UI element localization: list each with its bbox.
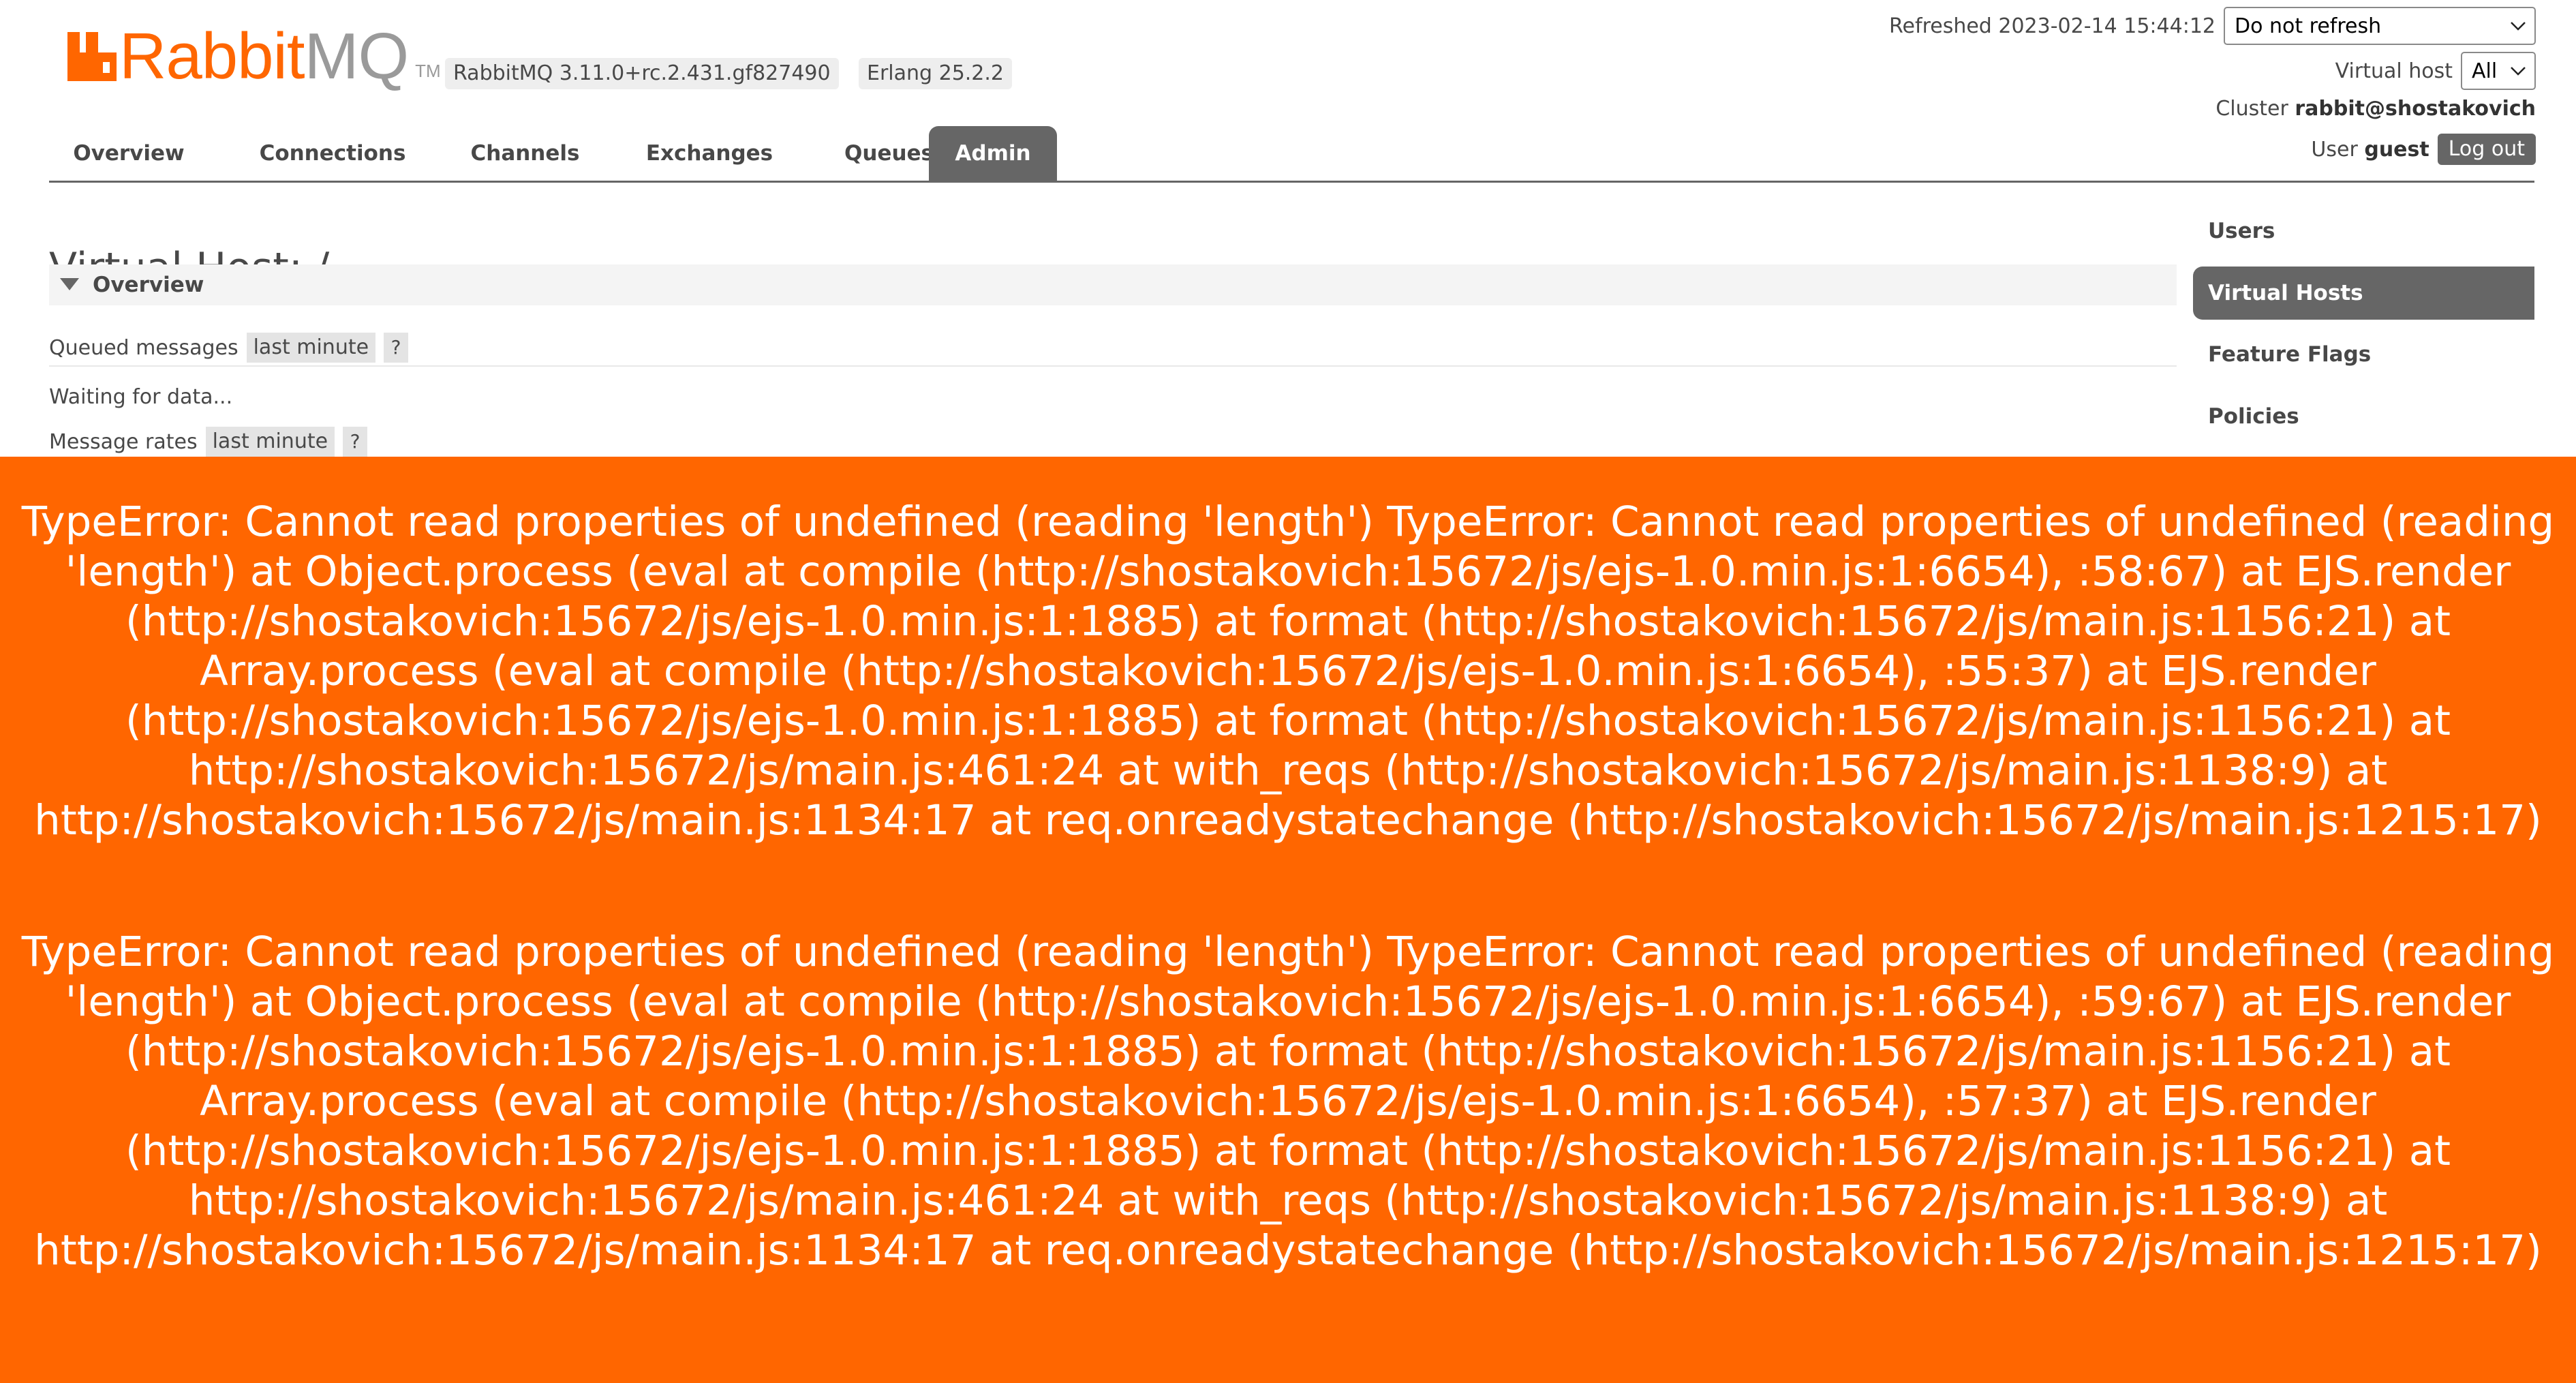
error-banner[interactable]: TypeError: Cannot read properties of und…	[0, 457, 2576, 1383]
cluster-name: rabbit@shostakovich	[2295, 97, 2536, 121]
rabbitmq-version-badge: RabbitMQ 3.11.0+rc.2.431.gf827490	[445, 58, 839, 89]
sidebar-item-feature-flags[interactable]: Feature Flags	[2193, 328, 2534, 381]
message-rates-help-button[interactable]: ?	[343, 427, 368, 457]
refresh-status: Refreshed 2023-02-14 15:44:12 Do not ref…	[1889, 7, 2536, 45]
message-rates-range-selector[interactable]: last minute	[205, 427, 335, 457]
error-message: TypeError: Cannot read properties of und…	[21, 928, 2555, 1275]
queued-messages-help-button[interactable]: ?	[384, 333, 409, 363]
rabbitmq-logo[interactable]: RabbitMQ TM	[67, 24, 441, 89]
section-title: Overview	[93, 273, 204, 297]
virtual-host-filter: Virtual host All	[2335, 52, 2536, 90]
logo-word-mq: MQ	[304, 20, 410, 93]
error-message: TypeError: Cannot read properties of und…	[21, 498, 2555, 845]
chevron-down-icon	[2511, 67, 2526, 76]
section-divider	[49, 365, 2177, 367]
queued-messages-row: Queued messages last minute ?	[49, 333, 409, 363]
cluster-label: Cluster	[2215, 97, 2288, 121]
triangle-down-icon	[60, 278, 79, 290]
logo-trademark: TM	[415, 60, 441, 81]
refresh-interval-select[interactable]: Do not refresh	[2224, 7, 2536, 45]
logo-wordmark: RabbitMQ	[119, 24, 409, 89]
main-nav-tabs: Overview Connections Channels Exchanges …	[49, 126, 2534, 183]
tab-connections[interactable]: Connections	[239, 126, 427, 181]
tab-exchanges[interactable]: Exchanges	[624, 126, 795, 181]
message-rates-label: Message rates	[49, 429, 198, 454]
virtual-host-label: Virtual host	[2335, 59, 2453, 83]
sidebar-item-policies[interactable]: Policies	[2193, 390, 2534, 443]
erlang-version-badge: Erlang 25.2.2	[859, 58, 1013, 89]
virtual-host-value: All	[2472, 59, 2498, 83]
refresh-interval-value: Do not refresh	[2235, 14, 2382, 38]
chevron-down-icon	[2511, 22, 2526, 31]
tab-overview[interactable]: Overview	[49, 126, 209, 181]
overview-section-header[interactable]: Overview	[49, 264, 2177, 305]
queued-messages-range-selector[interactable]: last minute	[246, 333, 376, 363]
queued-messages-label: Queued messages	[49, 335, 239, 360]
virtual-host-select[interactable]: All	[2461, 52, 2536, 90]
rabbitmq-management-page: RabbitMQ TM RabbitMQ 3.11.0+rc.2.431.gf8…	[0, 0, 2576, 1383]
waiting-for-data-text: Waiting for data...	[49, 385, 233, 409]
tab-admin[interactable]: Admin	[929, 126, 1057, 181]
tab-channels[interactable]: Channels	[446, 126, 604, 181]
sidebar-item-users[interactable]: Users	[2193, 204, 2534, 258]
logo-word-rabbit: Rabbit	[119, 20, 305, 93]
message-rates-row: Message rates last minute ?	[49, 427, 368, 457]
sidebar-item-virtual-hosts[interactable]: Virtual Hosts	[2193, 267, 2534, 320]
refreshed-timestamp: Refreshed 2023-02-14 15:44:12	[1889, 14, 2215, 38]
rabbitmq-logo-icon	[67, 32, 117, 81]
cluster-info: Cluster rabbit@shostakovich	[2215, 97, 2536, 121]
